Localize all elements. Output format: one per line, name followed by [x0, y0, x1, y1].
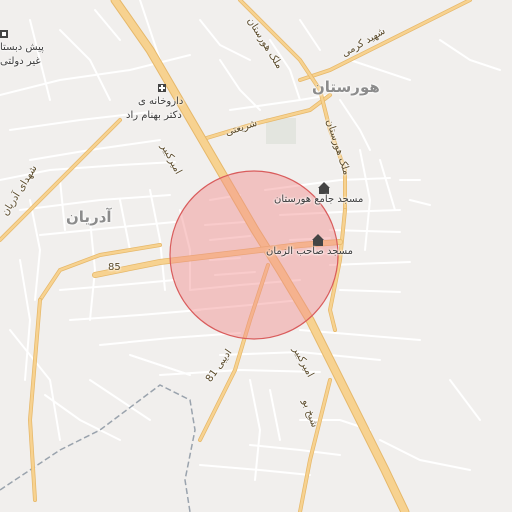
poi-label-school-line1[interactable]: پیش دبستا [0, 42, 44, 53]
poi-label-pharmacy-line1[interactable]: داروخانه ی [138, 96, 183, 107]
poi-label-pharmacy-line2[interactable]: دکتر بهنام راد [126, 110, 182, 121]
area-label-adriyan: آدریان [66, 208, 112, 226]
poi-label-mosque-jame[interactable]: مسجد جامع هورستان [274, 194, 363, 205]
map-canvas [0, 0, 501, 512]
map-view[interactable]: هورستان آدریان مسجد جامع هورستان مسجد صا… [0, 0, 512, 512]
poi-label-school-line2[interactable]: غیر دولتی [0, 56, 41, 67]
poi-label-mosque-saheb[interactable]: مسجد صاحب الزمان [266, 246, 353, 257]
district-boundary [0, 384, 196, 512]
mosque-icon[interactable] [318, 182, 330, 194]
school-icon[interactable] [0, 30, 8, 38]
pharmacy-icon[interactable] [158, 84, 166, 92]
road-label-85: 85 [108, 262, 121, 273]
area-label-hurestan: هورستان [312, 78, 380, 96]
